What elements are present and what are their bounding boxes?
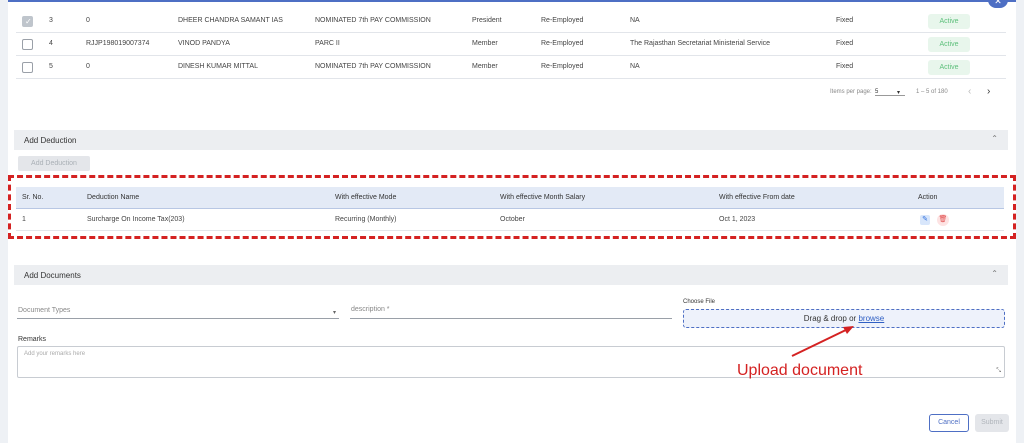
- description-input[interactable]: description *: [351, 306, 390, 313]
- cell-pay: Fixed: [836, 63, 854, 70]
- status-badge: Active: [928, 60, 970, 75]
- cell-sr: 4: [49, 40, 53, 47]
- description-underline: [350, 318, 672, 319]
- cell-id: 0: [86, 17, 90, 24]
- cell-nominated: NOMINATED 7th PAY COMMISSION: [315, 63, 431, 70]
- prev-page-button[interactable]: ‹: [968, 86, 971, 97]
- caret-down-icon[interactable]: ▾: [333, 309, 336, 316]
- status-badge: Active: [928, 14, 970, 29]
- cell-name: VINOD PANDYA: [178, 40, 230, 47]
- highlight-box: [8, 175, 1016, 239]
- caret-down-icon: ▾: [897, 90, 901, 96]
- document-types-select[interactable]: Document Types: [18, 307, 70, 314]
- cell-employment: Re-Employed: [541, 63, 584, 70]
- cell-service: NA: [630, 17, 640, 24]
- cell-id: RJJP198019007374: [86, 40, 150, 47]
- annotation-label: Upload document: [737, 362, 863, 379]
- section-title: Add Documents: [24, 271, 81, 280]
- cell-pay: Fixed: [836, 40, 854, 47]
- table-row[interactable]: 5 0 DINESH KUMAR MITTAL NOMINATED 7th PA…: [16, 56, 1006, 79]
- chevron-up-icon[interactable]: ⌃: [991, 134, 998, 143]
- table-row[interactable]: 3 0 DHEER CHANDRA SAMANT IAS NOMINATED 7…: [16, 10, 1006, 33]
- row-checkbox[interactable]: [22, 16, 33, 27]
- documents-section-header[interactable]: Add Documents ⌃: [14, 265, 1008, 285]
- document-types-underline: [17, 318, 339, 319]
- cell-nominated: PARC II: [315, 40, 340, 47]
- cell-service: The Rajasthan Secretariat Ministerial Se…: [630, 40, 771, 47]
- cell-sr: 5: [49, 63, 53, 70]
- members-table: 3 0 DHEER CHANDRA SAMANT IAS NOMINATED 7…: [16, 10, 1006, 79]
- cell-service: NA: [630, 63, 640, 70]
- cell-name: DINESH KUMAR MITTAL: [178, 63, 258, 70]
- cell-pay: Fixed: [836, 17, 854, 24]
- browse-link[interactable]: browse: [858, 314, 884, 323]
- remarks-placeholder: Add your remarks here: [24, 351, 86, 357]
- status-badge: Active: [928, 37, 970, 52]
- chevron-up-icon[interactable]: ⌃: [991, 269, 998, 278]
- cell-role: President: [472, 17, 502, 24]
- next-page-button[interactable]: ›: [987, 86, 990, 97]
- page-range: 1 – 5 of 180: [916, 89, 948, 95]
- paginator: Items per page: 5 ▾ 1 – 5 of 180 ‹ ›: [820, 86, 1000, 100]
- cell-role: Member: [472, 63, 498, 70]
- table-row[interactable]: 4 RJJP198019007374 VINOD PANDYA PARC II …: [16, 33, 1006, 56]
- cancel-button[interactable]: Cancel: [929, 414, 969, 432]
- submit-button[interactable]: Submit: [975, 414, 1009, 432]
- cell-employment: Re-Employed: [541, 17, 584, 24]
- cell-employment: Re-Employed: [541, 40, 584, 47]
- page-size-select[interactable]: 5 ▾: [875, 89, 905, 96]
- cell-role: Member: [472, 40, 498, 47]
- remarks-label: Remarks: [18, 336, 47, 343]
- resize-handle-icon[interactable]: ⤡: [996, 368, 1001, 375]
- annotation-arrow: [791, 326, 854, 357]
- cell-sr: 3: [49, 17, 53, 24]
- deduction-section-header[interactable]: Add Deduction ⌃: [14, 130, 1008, 150]
- choose-file-label: Choose File: [683, 299, 716, 305]
- cell-name: DHEER CHANDRA SAMANT IAS: [178, 17, 283, 24]
- cell-id: 0: [86, 63, 90, 70]
- row-checkbox[interactable]: [22, 62, 33, 73]
- items-per-page-label: Items per page:: [830, 89, 872, 95]
- section-title: Add Deduction: [24, 136, 77, 145]
- top-divider: [8, 0, 1016, 4]
- cell-nominated: NOMINATED 7th PAY COMMISSION: [315, 17, 431, 24]
- add-deduction-button[interactable]: Add Deduction: [18, 156, 90, 171]
- row-checkbox[interactable]: [22, 39, 33, 50]
